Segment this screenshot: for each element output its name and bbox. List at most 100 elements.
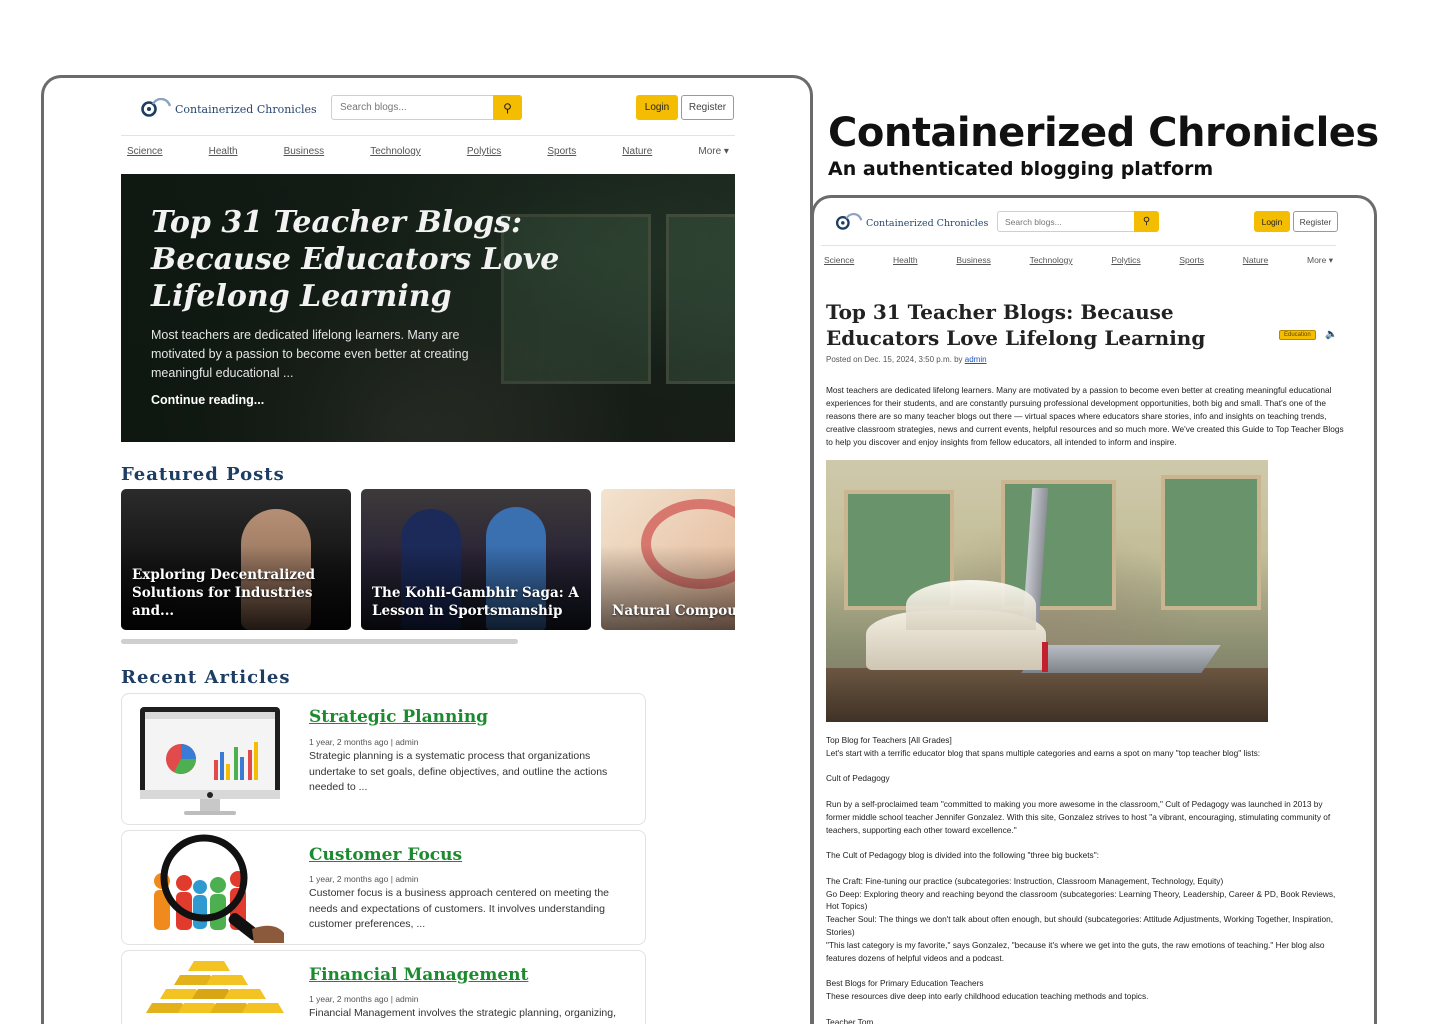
article-meta: 1 year, 2 months ago | admin (309, 994, 419, 1004)
article-paragraph: Best Blogs for Primary Education Teacher… (826, 978, 984, 989)
article-paragraph: Teacher Soul: The things we don't talk a… (826, 914, 1334, 937)
featured-carousel[interactable]: Exploring Decentralized Solutions for In… (121, 489, 735, 631)
category-nav: Science Health Business Technology Polyt… (121, 135, 735, 167)
monitor-chart-icon (140, 707, 280, 815)
search-icon: ⚲ (503, 100, 512, 115)
article-paragraph: Run by a self-proclaimed team "committed… (826, 798, 1331, 835)
recent-articles-heading: Recent Articles (121, 667, 291, 688)
article-body: Top Blog for Teachers [All Grades] Let's … (826, 734, 1346, 1024)
article-meta-prefix: Posted on Dec. 15, 2024, 3:50 p.m. by (826, 355, 965, 364)
nav-more-dropdown[interactable]: More ▾ (698, 146, 729, 157)
logo-swirl-icon (834, 212, 864, 234)
article-meta: 1 year, 2 months ago | admin (309, 874, 419, 884)
featured-posts-heading: Featured Posts (121, 464, 285, 485)
article-paragraph: These resources dive deep into early chi… (826, 990, 1149, 1001)
article-page-screen: Containerized Chronicles ⚲ Login Registe… (811, 195, 1377, 1024)
article-meta: Posted on Dec. 15, 2024, 3:50 p.m. by ad… (826, 355, 987, 364)
nav-health[interactable]: Health (893, 255, 918, 265)
search-icon: ⚲ (1142, 216, 1151, 227)
article-title-link[interactable]: Customer Focus (309, 845, 462, 865)
nav-business[interactable]: Business (956, 255, 991, 265)
search-bar: ⚲ (331, 95, 522, 120)
login-button[interactable]: Login (636, 95, 678, 120)
nav-science[interactable]: Science (127, 146, 163, 157)
category-nav: Science Health Business Technology Polyt… (821, 245, 1336, 274)
nav-sports[interactable]: Sports (547, 146, 576, 157)
site-brand: Containerized Chronicles (175, 102, 317, 116)
article-thumbnail (134, 833, 284, 943)
gold-bars-icon (146, 961, 284, 1013)
featured-scrollbar[interactable] (121, 639, 518, 644)
image-table (826, 668, 1268, 722)
featured-card-title[interactable]: Natural Compounds: Promise in Protect... (612, 602, 735, 620)
article-intro: Most teachers are dedicated lifelong lea… (826, 385, 1344, 447)
featured-card-title[interactable]: The Kohli-Gambhir Saga: A Lesson in Spor… (372, 584, 582, 620)
article-card[interactable]: Strategic Planning 1 year, 2 months ago … (121, 693, 646, 825)
featured-card[interactable]: The Kohli-Gambhir Saga: A Lesson in Spor… (361, 489, 591, 630)
logo-swirl-icon (139, 97, 173, 121)
nav-technology[interactable]: Technology (1030, 255, 1073, 265)
site-logo[interactable]: Containerized Chronicles (139, 97, 317, 121)
article-excerpt: Financial Management involves the strate… (309, 1007, 617, 1019)
nav-health[interactable]: Health (209, 146, 238, 157)
site-brand: Containerized Chronicles (866, 217, 989, 229)
home-page-screen: Containerized Chronicles ⚲ Login Registe… (41, 75, 813, 1024)
article-title-link[interactable]: Strategic Planning (309, 707, 488, 727)
nav-business[interactable]: Business (284, 146, 325, 157)
speaker-icon[interactable]: 🔈 (1325, 329, 1337, 340)
article-hero-image (826, 460, 1268, 722)
image-book-pages (906, 580, 1036, 630)
nav-technology[interactable]: Technology (370, 146, 421, 157)
article-meta: 1 year, 2 months ago | admin (309, 737, 419, 747)
nav-science[interactable]: Science (824, 255, 854, 265)
featured-card-title[interactable]: Exploring Decentralized Solutions for In… (132, 566, 342, 620)
featured-card[interactable]: Natural Compounds: Promise in Protect... (601, 489, 735, 630)
article-paragraph: Go Deep: Exploring theory and reaching b… (826, 888, 1336, 912)
article-title: Top 31 Teacher Blogs: Because Educators … (826, 300, 1206, 350)
article-title-link[interactable]: Financial Management (309, 965, 528, 985)
featured-card[interactable]: Exploring Decentralized Solutions for In… (121, 489, 351, 630)
login-button[interactable]: Login (1254, 211, 1290, 232)
article-card[interactable]: Customer Focus 1 year, 2 months ago | ad… (121, 830, 646, 945)
article-paragraph: The Cult of Pedagogy blog is divided int… (826, 850, 1099, 861)
article-paragraph: Teacher Tom (826, 1016, 874, 1024)
hero-excerpt: Most teachers are dedicated lifelong lea… (151, 328, 469, 380)
nav-polytics[interactable]: Polytics (467, 146, 501, 157)
article-paragraph: Top Blog for Teachers [All Grades] (826, 735, 952, 745)
continue-reading-link[interactable]: Continue reading... (151, 393, 264, 407)
article-paragraph: Let's start with a terrific educator blo… (826, 747, 1261, 758)
hero-banner[interactable]: Top 31 Teacher Blogs: Because Educators … (121, 174, 735, 442)
image-laptop-base (1021, 645, 1221, 673)
article-thumbnail (134, 957, 284, 1024)
author-link[interactable]: admin (965, 355, 987, 364)
magnifier-people-icon (154, 834, 284, 943)
category-badge[interactable]: Education (1279, 330, 1316, 340)
article-paragraph: The Craft: Fine-tuning our practice (sub… (826, 875, 1224, 886)
search-input[interactable] (331, 95, 493, 120)
article-thumbnail (134, 702, 284, 820)
nav-nature[interactable]: Nature (1243, 255, 1269, 265)
register-button[interactable]: Register (1293, 211, 1338, 232)
search-button[interactable]: ⚲ (1134, 211, 1159, 232)
article-card[interactable]: Financial Management 1 year, 2 months ag… (121, 950, 646, 1024)
nav-polytics[interactable]: Polytics (1111, 255, 1140, 265)
showcase-subtitle: An authenticated blogging platform (828, 158, 1214, 180)
site-header: Containerized Chronicles ⚲ Login Registe… (834, 210, 1339, 236)
site-header: Containerized Chronicles ⚲ Login Registe… (139, 94, 735, 124)
article-paragraph: "This last category is my favorite," say… (826, 939, 1325, 963)
search-bar: ⚲ (997, 211, 1159, 232)
nav-sports[interactable]: Sports (1179, 255, 1204, 265)
nav-more-dropdown[interactable]: More ▾ (1307, 255, 1333, 266)
nav-nature[interactable]: Nature (622, 146, 652, 157)
article-excerpt: Customer focus is a business approach ce… (309, 887, 610, 930)
register-button[interactable]: Register (681, 95, 734, 120)
search-button[interactable]: ⚲ (493, 95, 522, 120)
site-logo[interactable]: Containerized Chronicles (834, 212, 989, 234)
article-paragraph: Cult of Pedagogy (826, 773, 890, 784)
hero-title[interactable]: Top 31 Teacher Blogs: Because Educators … (151, 204, 571, 315)
search-input[interactable] (997, 211, 1134, 232)
